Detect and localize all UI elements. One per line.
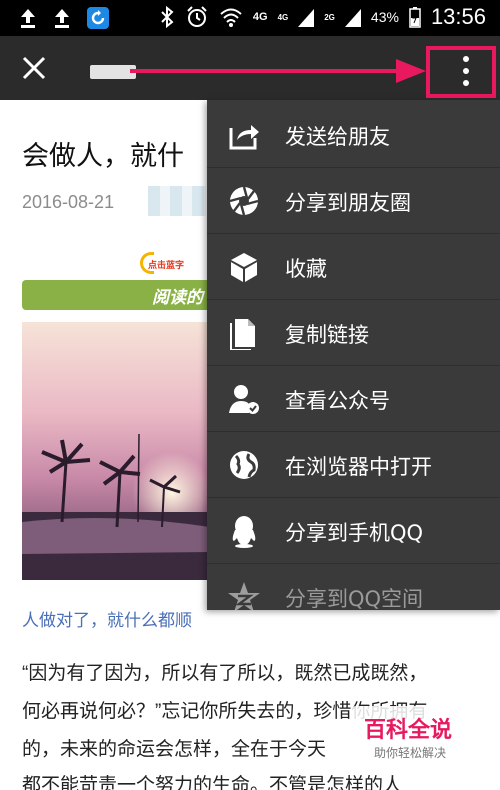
article-title: 会做人，就什: [22, 141, 184, 171]
network-type-small-label: 4G: [277, 12, 289, 22]
official-account-icon: [229, 385, 259, 414]
menu-item-label: 复制链接: [285, 323, 369, 347]
qzone-star-icon: [228, 582, 260, 610]
annotation-arrow: [130, 59, 426, 83]
notification-icons: [18, 6, 110, 30]
battery-percent: 43%: [370, 9, 399, 25]
network-2g-label: 2G: [324, 12, 335, 22]
clock: 13:56: [430, 4, 486, 29]
menu-item-label: 收藏: [285, 257, 327, 281]
bluetooth-icon: [161, 5, 174, 29]
signal-icon: [344, 9, 361, 27]
menu-item-open-in-browser[interactable]: 在浏览器中打开: [207, 432, 500, 498]
watermark-title: 百科全说: [364, 718, 453, 743]
close-button[interactable]: [18, 52, 50, 84]
menu-item-label: 分享到朋友圈: [285, 191, 411, 215]
menu-item-send-to-friend[interactable]: 发送给朋友: [207, 102, 500, 168]
favorite-cube-icon: [231, 253, 257, 282]
system-status: 4G 4G 2G 43% 13:56: [159, 4, 486, 30]
follow-hint[interactable]: 点击蓝字: [148, 258, 184, 271]
upload-icon: [55, 9, 69, 28]
menu-item-copy-link[interactable]: 复制链接: [207, 300, 500, 366]
menu-item-label: 在浏览器中打开: [285, 455, 432, 479]
watermark-subtitle: 助你轻松解决: [374, 746, 447, 760]
menu-item-favorite[interactable]: 收藏: [207, 234, 500, 300]
menu-item-label: 发送给朋友: [285, 125, 390, 149]
menu-item-view-official-account[interactable]: 查看公众号: [207, 366, 500, 432]
sunset-palm-photo: [22, 322, 210, 580]
menu-item-label: 分享到QQ空间: [285, 587, 424, 610]
article-date: 2016-08-21: [22, 192, 115, 212]
annotation-highlight-box: [426, 46, 496, 98]
menu-item-label: 查看公众号: [285, 389, 390, 413]
alarm-icon: [187, 6, 207, 27]
menu-item-share-qzone[interactable]: 分享到QQ空间: [207, 564, 500, 610]
copy-document-icon: [230, 319, 255, 350]
battery-charging-icon: [409, 7, 421, 28]
qq-penguin-icon: [232, 516, 256, 548]
author-name-blurred[interactable]: [148, 186, 206, 216]
menu-item-share-moments[interactable]: 分享到朋友圈: [207, 168, 500, 234]
globe-icon: [230, 451, 258, 479]
moments-aperture-icon: [229, 186, 259, 216]
article-paragraph: “因为有了因为，所以有了所以，既然已成既然，: [22, 663, 428, 684]
menu-item-label: 分享到手机QQ: [285, 521, 424, 545]
menu-item-share-qq[interactable]: 分享到手机QQ: [207, 498, 500, 564]
network-type-label: 4G: [252, 11, 268, 23]
share-forward-icon: [229, 125, 259, 150]
hero-image[interactable]: [22, 322, 210, 580]
status-bar: 4G 4G 2G 43% 13:56: [0, 0, 500, 36]
overflow-menu: 发送给朋友 分享到朋友圈 收藏 复制链接 查看公众号 在浏览器中打开 分享到手机…: [207, 100, 500, 610]
read-banner-label: 阅读的: [152, 288, 203, 308]
read-banner: 阅读的: [22, 280, 212, 310]
close-icon: [22, 56, 46, 80]
signal-icon: [298, 9, 315, 27]
app-refresh-icon: [87, 7, 109, 29]
upload-icon: [21, 9, 35, 28]
article-paragraph: 都不能苛责一个努力的生命。不管是怎样的人: [22, 775, 403, 790]
watermark-logo: 百科全说 助你轻松解决: [350, 706, 495, 768]
wifi-icon: [220, 8, 242, 27]
article-link[interactable]: 人做对了，就什么都顺: [22, 606, 192, 631]
